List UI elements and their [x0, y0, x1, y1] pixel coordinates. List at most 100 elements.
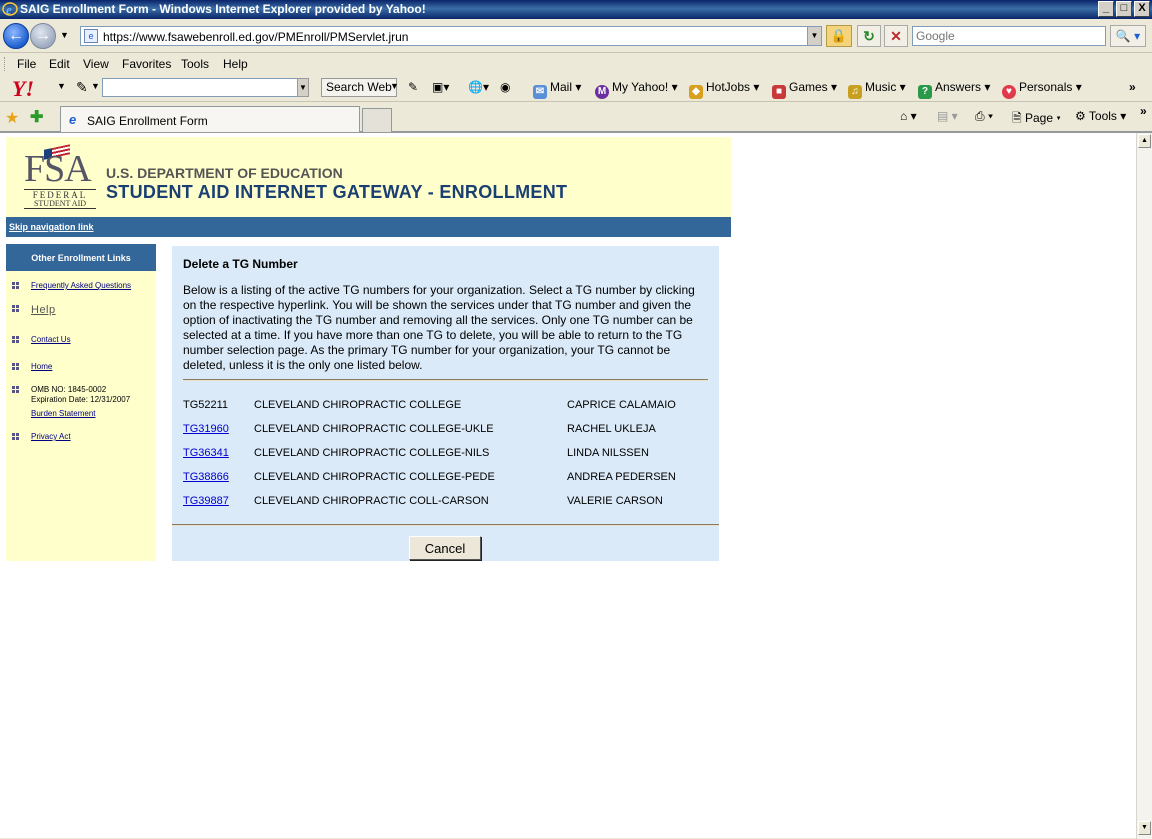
school-name: CLEVELAND CHIROPRACTIC COLLEGE-NILS [254, 447, 490, 459]
tab-row: ★ ✚ e SAIG Enrollment Form ⌂ ▾ ▤ ▾ ⎙ ▾ 🗎… [0, 103, 1152, 132]
games-button[interactable]: ■ Games ▾ [772, 80, 837, 99]
page-icon: 🗎 [1012, 111, 1022, 125]
contact-name: CAPRICE CALAMAIO [567, 399, 676, 411]
answers-icon: ? [918, 85, 932, 99]
page-icon: e [84, 29, 98, 43]
favorites-star-icon[interactable]: ★ [5, 108, 19, 128]
yahoo-search-dropdown-icon[interactable]: ▼ [297, 78, 309, 97]
form-fill-icon[interactable]: ▣▾ [432, 80, 449, 94]
history-dropdown-icon[interactable]: ▼ [60, 30, 69, 40]
table-row: TG52211 CLEVELAND CHIROPRACTIC COLLEGE C… [183, 399, 703, 413]
scroll-up-icon[interactable]: ▲ [1138, 134, 1151, 148]
grid-bullet-icon [12, 336, 19, 343]
my-yahoo-label: My Yahoo! [612, 80, 669, 94]
personals-button[interactable]: ♥ Personals ▾ [1002, 80, 1082, 99]
faq-link[interactable]: Frequently Asked Questions [31, 281, 131, 290]
address-dropdown-icon[interactable]: ▼ [807, 27, 821, 45]
divider [183, 379, 708, 381]
music-button[interactable]: ♫ Music ▾ [848, 80, 906, 99]
tools-menu-button[interactable]: ⚙ Tools ▾ [1075, 109, 1126, 123]
address-url[interactable]: https://www.fsawebenroll.ed.gov/PMEnroll… [103, 30, 408, 44]
yahoo-search-input[interactable] [102, 78, 298, 97]
search-web-button[interactable]: Search Web [321, 78, 397, 97]
security-lock-icon[interactable]: 🔒 [826, 25, 852, 47]
headphones-icon[interactable]: ◉ [500, 80, 510, 94]
hotjobs-button[interactable]: ◆ HotJobs ▾ [689, 80, 759, 99]
page-menu-button[interactable]: 🗎 Page ▾ [1012, 109, 1061, 130]
home-link[interactable]: Home [31, 362, 52, 371]
answers-button[interactable]: ? Answers ▾ [918, 80, 990, 99]
home-button[interactable]: ⌂ ▾ [900, 109, 917, 123]
new-tab-button[interactable] [362, 108, 392, 132]
print-button[interactable]: ⎙ ▾ [975, 109, 993, 124]
music-icon: ♫ [848, 85, 862, 99]
skip-navigation-link[interactable]: Skip navigation link [9, 222, 94, 232]
maximize-button[interactable]: □ [1116, 1, 1132, 17]
forward-arrow-icon: → [35, 27, 51, 44]
help-link[interactable]: Help [31, 304, 56, 316]
vertical-scrollbar[interactable]: ▲ ▼ [1136, 133, 1152, 839]
table-row: TG38866 CLEVELAND CHIROPRACTIC COLLEGE-P… [183, 471, 703, 485]
games-icon: ■ [772, 85, 786, 99]
menu-help[interactable]: Help [223, 57, 248, 71]
menu-tools[interactable]: Tools [181, 57, 209, 71]
contact-us-link[interactable]: Contact Us [31, 335, 71, 344]
toolbar-grip[interactable] [4, 57, 7, 71]
feeds-button[interactable]: ▤ ▾ [937, 109, 958, 123]
my-yahoo-button[interactable]: M My Yahoo! ▾ [595, 80, 678, 99]
command-more-button[interactable]: » [1140, 104, 1147, 118]
yahoo-logo[interactable]: Y! [12, 76, 34, 102]
fsa-header: FSA FEDERAL STUDENT AID U.S. DEPARTMENT … [6, 137, 731, 217]
page-title: STUDENT AID INTERNET GATEWAY - ENROLLMEN… [106, 182, 568, 202]
privacy-act-link[interactable]: Privacy Act [31, 432, 71, 441]
mail-button[interactable]: ✉ Mail ▾ [533, 80, 581, 99]
intro-text: Below is a listing of the active TG numb… [183, 283, 695, 372]
globe-icon[interactable]: 🌐▾ [468, 80, 489, 94]
yahoo-logo-dropdown-icon[interactable]: ▼ [57, 81, 66, 91]
title-bar: e SAIG Enrollment Form - Windows Interne… [0, 0, 1152, 19]
menu-file[interactable]: File [17, 57, 36, 71]
table-row: TG36341 CLEVELAND CHIROPRACTIC COLLEGE-N… [183, 447, 703, 461]
tab-ie-icon: e [69, 112, 77, 127]
address-bar[interactable]: e https://www.fsawebenroll.ed.gov/PMEnro… [80, 26, 822, 46]
close-button[interactable]: X [1134, 1, 1150, 17]
highlight-icon[interactable]: ✎ [408, 80, 418, 94]
menu-favorites[interactable]: Favorites [122, 57, 171, 71]
tg-number-link[interactable]: TG31960 [183, 423, 229, 435]
tg-number-link[interactable]: TG39887 [183, 495, 229, 507]
back-button[interactable]: ← [3, 23, 29, 49]
tg-number-link[interactable]: TG38866 [183, 471, 229, 483]
fsa-logo: FSA FEDERAL STUDENT AID [24, 144, 96, 209]
ie-logo-icon: e [2, 1, 18, 17]
pencil-dropdown-icon[interactable]: ▼ [91, 81, 100, 91]
music-label: Music [865, 80, 897, 94]
search-web-dropdown-icon[interactable]: ▼ [390, 81, 399, 91]
search-box[interactable] [912, 26, 1106, 46]
school-name: CLEVELAND CHIROPRACTIC COLLEGE-PEDE [254, 471, 495, 483]
tab-saig-enrollment[interactable]: e SAIG Enrollment Form [60, 106, 360, 132]
menu-edit[interactable]: Edit [49, 57, 70, 71]
forward-button[interactable]: → [30, 23, 56, 49]
cancel-button[interactable]: Cancel [409, 536, 481, 560]
table-row: TG31960 CLEVELAND CHIROPRACTIC COLLEGE-U… [183, 423, 703, 437]
tools-menu-label: Tools [1088, 109, 1117, 123]
school-name: CLEVELAND CHIROPRACTIC COLLEGE [254, 399, 462, 411]
divider [172, 524, 719, 526]
grid-bullet-icon [12, 305, 19, 312]
menu-view[interactable]: View [83, 57, 109, 71]
search-go-button[interactable]: 🔍 ▾ [1110, 25, 1146, 47]
add-favorite-icon[interactable]: ✚ [30, 107, 43, 127]
yahoo-toolbar: Y! ▼ ✎ ▼ ▼ Search Web ▼ ✎ ▣▾ 🌐▾ ◉ ✉ Mail … [0, 74, 1152, 102]
pencil-icon[interactable]: ✎ [76, 79, 88, 96]
search-input[interactable] [913, 27, 1093, 45]
toolbar-more-button[interactable]: » [1129, 80, 1136, 94]
scroll-down-icon[interactable]: ▼ [1138, 821, 1151, 835]
contact-name: RACHEL UKLEJA [567, 423, 656, 435]
fsa-logo-text: FSA [24, 148, 92, 190]
refresh-button[interactable]: ↻ [857, 25, 881, 47]
window-controls: _ □ X [1098, 1, 1150, 17]
minimize-button[interactable]: _ [1098, 1, 1114, 17]
stop-button[interactable]: ✕ [884, 25, 908, 47]
burden-statement-link[interactable]: Burden Statement [31, 409, 95, 418]
tg-number-link[interactable]: TG36341 [183, 447, 229, 459]
